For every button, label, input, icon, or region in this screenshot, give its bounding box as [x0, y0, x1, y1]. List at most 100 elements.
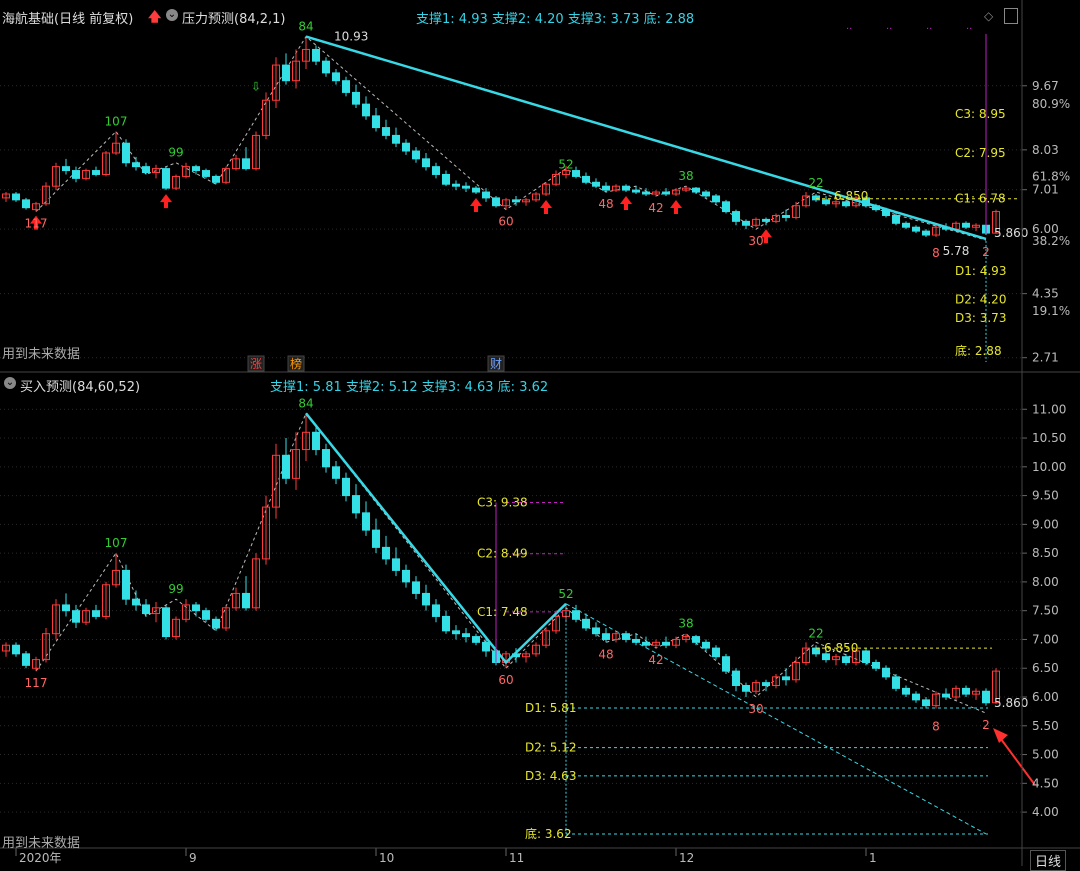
x-tick-label: 10 — [379, 851, 394, 865]
support-label: 支撑3: — [421, 380, 461, 395]
bottom-pane[interactable]: C3: 9.38 C2: 8.49 C1: 7.48 D1: 5.81 D2: 5.12… — [2, 396, 1036, 841]
y-tick-label: 11.00 — [1032, 402, 1066, 416]
up-arrow-icon — [540, 199, 552, 214]
candle-body — [592, 181, 600, 187]
support-value: 3.73 — [610, 12, 640, 27]
y-tick-label: 7.50 — [1032, 604, 1059, 618]
candle-body — [92, 610, 100, 617]
y-tick-label: 6.50 — [1032, 661, 1059, 675]
candle-body — [862, 650, 870, 663]
y-tick-label: 10.50 — [1032, 431, 1066, 445]
candle-body — [282, 64, 290, 82]
candle-body — [442, 173, 450, 185]
pivot-label: 117 — [25, 217, 48, 231]
candle-body — [382, 546, 390, 560]
candle-body — [92, 170, 100, 175]
candle-body — [352, 495, 360, 514]
x-tick-label: 2020年 — [19, 851, 62, 865]
chevron-down-icon[interactable]: ⌄ — [4, 377, 16, 389]
pivot-label: 107 — [105, 536, 128, 550]
up-arrow-icon — [160, 194, 172, 209]
candle-body — [422, 158, 430, 168]
candle-body — [742, 220, 750, 226]
candle-body — [892, 214, 900, 224]
level-label: D1: 5.81 — [525, 701, 576, 715]
up-arrow-icon — [470, 198, 482, 212]
candle-body — [642, 191, 650, 195]
support-label: 底: — [497, 380, 516, 395]
support-value: 4.20 — [534, 12, 564, 27]
candle-body — [12, 193, 20, 201]
support-value: 4.93 — [458, 12, 488, 27]
level-label: D3: 3.73 — [955, 311, 1006, 325]
event-badge-label: 榜 — [290, 356, 302, 371]
x-tick-label: 12 — [679, 851, 694, 865]
supports-bottom: 支撑1: 5.81 支撑2: 5.12 支撑3: 4.63 底: 3.62 — [270, 376, 548, 395]
candle-body — [322, 60, 330, 74]
projection-line — [565, 603, 987, 835]
level-label: D2: 4.20 — [955, 292, 1006, 306]
level-label: D3: 4.63 — [525, 769, 576, 783]
percent-label: 19.1% — [1032, 304, 1070, 318]
candle-body — [962, 222, 970, 228]
arrow-icon — [997, 734, 1036, 786]
pivot-label: 38 — [678, 617, 693, 631]
candle-body — [202, 170, 210, 177]
top-pane[interactable]: ⇩ ·· ·· ·· ·· C3: 8.95 C2: 7.95 C1: 6.78 D1: 4.9… — [2, 20, 1029, 362]
candle-body — [352, 91, 360, 105]
pivot-label: 52 — [558, 587, 573, 601]
support-label: 支撑2: — [345, 380, 385, 395]
candle-body — [412, 581, 420, 594]
pivot-label: 107 — [105, 114, 128, 128]
candle-body — [892, 676, 900, 689]
pivot-label: 5.860 — [994, 696, 1028, 710]
candle-body — [242, 158, 250, 170]
y-tick-label: 7.01 — [1032, 183, 1059, 197]
candle-body — [322, 449, 330, 468]
chevron-down-icon[interactable]: ⌄ — [166, 9, 178, 21]
candle-body — [922, 699, 930, 707]
support-label: 支撑1: — [416, 12, 455, 27]
candle-body — [12, 644, 20, 655]
candle-body — [602, 185, 610, 191]
candle-body — [332, 466, 340, 479]
candle-body — [922, 230, 930, 236]
candle-body — [902, 687, 910, 695]
pivot-label: 2 — [982, 718, 990, 732]
candle-body — [22, 653, 30, 666]
candle-body — [712, 195, 720, 203]
level-label: 底: 2.88 — [955, 343, 1002, 358]
pivot-label: 22 — [808, 176, 823, 190]
period-daily-button[interactable]: 日线 — [1030, 850, 1067, 871]
kline-chart[interactable]: ⇩ ·· ·· ·· ·· C3: 8.95 C2: 7.95 C1: 6.78 D1: 4.9… — [0, 0, 1080, 866]
candle-body — [72, 610, 80, 623]
candle-body — [982, 690, 990, 704]
candle-body — [472, 636, 480, 643]
indicator-bottom-title: 买入预测(84,60,52) — [20, 380, 141, 395]
diamond-icon[interactable]: ◇ — [984, 9, 993, 23]
candle-body — [122, 569, 130, 600]
x-tick-label: 9 — [189, 851, 197, 865]
y-tick-label: 8.50 — [1032, 546, 1059, 560]
candle-body — [942, 693, 950, 698]
support-label: 支撑3: — [567, 12, 607, 27]
candle-body — [192, 166, 200, 172]
candle-body — [412, 150, 420, 160]
pivot-label: 99 — [168, 146, 183, 160]
candle-body — [482, 641, 490, 652]
candle-body — [342, 80, 350, 93]
support-label: 支撑2: — [491, 12, 531, 27]
candle-body — [282, 454, 290, 479]
candle-body — [422, 592, 430, 606]
candle-body — [162, 168, 170, 189]
stock-title: 海航基础(日线 前复权) — [2, 12, 134, 27]
candle-body — [212, 175, 220, 183]
maximize-icon[interactable] — [1004, 8, 1018, 24]
candle-body — [72, 170, 80, 179]
y-tick-label: 5.50 — [1032, 719, 1059, 733]
candle-body — [742, 684, 750, 692]
pivot-label: 5.78 — [943, 244, 970, 258]
down-arrow-icon: ⇩ — [251, 79, 261, 93]
pivot-label: 42 — [648, 201, 663, 215]
x-tick-label: 11 — [509, 851, 524, 865]
